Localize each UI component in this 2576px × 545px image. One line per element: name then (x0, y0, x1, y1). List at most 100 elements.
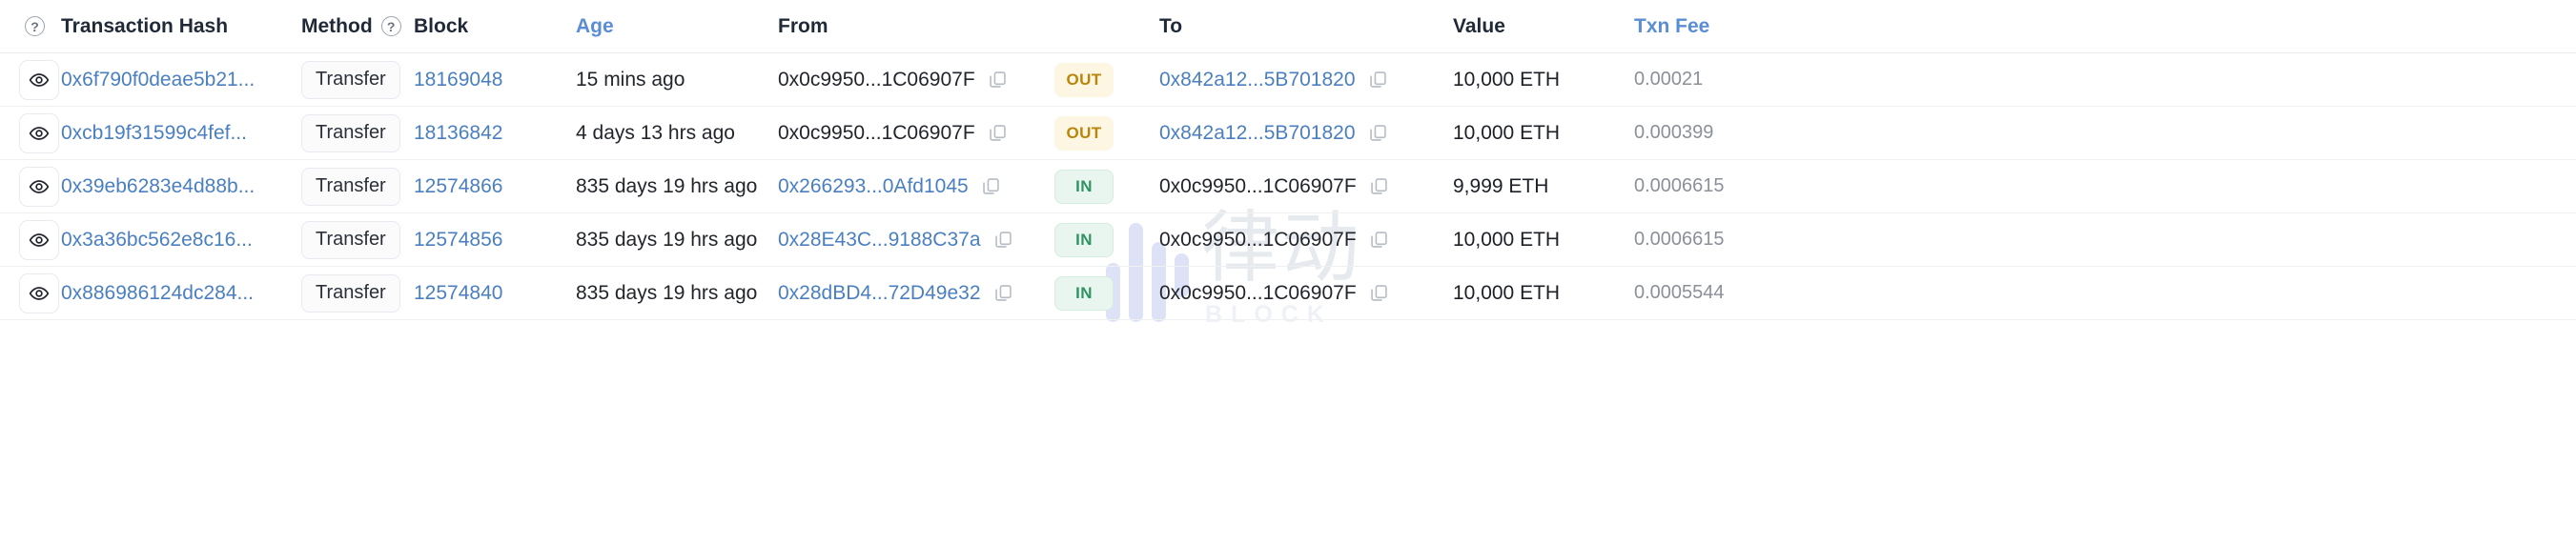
header-age[interactable]: Age (576, 15, 778, 38)
direction-badge: OUT (1054, 115, 1114, 151)
block-cell: 12574866 (414, 175, 576, 198)
transaction-hash-cell: 0xcb19f31599c4fef... (61, 122, 301, 145)
block-link[interactable]: 12574840 (414, 282, 502, 305)
method-chip[interactable]: Transfer (301, 167, 400, 206)
copy-icon[interactable] (993, 230, 1013, 250)
direction-cell: OUT (1054, 115, 1159, 151)
fee-text: 0.00021 (1634, 69, 1704, 90)
block-link[interactable]: 18136842 (414, 122, 502, 145)
method-cell: Transfer (301, 167, 414, 206)
value-text: 9,999 ETH (1453, 174, 1549, 197)
value-cell: 9,999 ETH (1453, 175, 1634, 198)
row-eye-cell (0, 112, 61, 153)
age-text: 4 days 13 hrs ago (576, 121, 735, 144)
transaction-hash-link[interactable]: 0x3a36bc562e8c16... (61, 229, 253, 252)
copy-icon[interactable] (1368, 70, 1388, 90)
direction-badge: IN (1054, 275, 1114, 311)
value-text: 10,000 ETH (1453, 281, 1561, 304)
header-value: Value (1453, 14, 1505, 37)
method-question-circle-icon[interactable]: ? (380, 16, 401, 36)
direction-badge: IN (1054, 169, 1114, 204)
to-cell: 0x842a12...5B701820 (1159, 69, 1453, 91)
eye-icon[interactable] (19, 112, 59, 153)
copy-icon[interactable] (1369, 230, 1389, 250)
fee-cell: 0.0005544 (1634, 282, 1787, 304)
age-cell: 15 mins ago (576, 69, 778, 91)
eye-icon[interactable] (19, 166, 59, 207)
to-address: 0x0c9950...1C06907F (1159, 281, 1357, 304)
block-cell: 18169048 (414, 69, 576, 91)
method-chip[interactable]: Transfer (301, 113, 400, 152)
method-cell: Transfer (301, 113, 414, 152)
direction-cell: OUT (1054, 62, 1159, 97)
direction-cell: IN (1054, 222, 1159, 257)
header-to: To (1159, 14, 1183, 37)
copy-icon[interactable] (993, 283, 1013, 303)
value-cell: 10,000 ETH (1453, 69, 1634, 91)
to-cell: 0x0c9950...1C06907F (1159, 175, 1453, 198)
transaction-hash-link[interactable]: 0x39eb6283e4d88b... (61, 175, 255, 198)
to-address[interactable]: 0x842a12...5B701820 (1159, 122, 1356, 145)
transaction-hash-link[interactable]: 0xcb19f31599c4fef... (61, 122, 247, 145)
to-cell: 0x842a12...5B701820 (1159, 122, 1453, 145)
to-cell: 0x0c9950...1C06907F (1159, 229, 1453, 252)
from-cell: 0x28dBD4...72D49e32 (778, 282, 1054, 305)
header-transaction-hash: Transaction Hash (61, 14, 229, 37)
copy-icon[interactable] (988, 70, 1008, 90)
direction-badge: IN (1054, 222, 1114, 257)
fee-text: 0.000399 (1634, 122, 1714, 143)
method-chip[interactable]: Transfer (301, 220, 400, 259)
from-cell: 0x266293...0Afd1045 (778, 175, 1054, 198)
block-cell: 12574840 (414, 282, 576, 305)
value-cell: 10,000 ETH (1453, 122, 1634, 145)
row-eye-cell (0, 166, 61, 207)
age-cell: 835 days 19 hrs ago (576, 175, 778, 198)
to-address[interactable]: 0x842a12...5B701820 (1159, 69, 1356, 91)
method-cell: Transfer (301, 220, 414, 259)
method-chip[interactable]: Transfer (301, 60, 400, 99)
eye-icon[interactable] (19, 219, 59, 260)
age-text: 15 mins ago (576, 68, 685, 91)
eye-icon[interactable] (19, 272, 59, 313)
eye-icon[interactable] (19, 59, 59, 100)
copy-icon[interactable] (1369, 176, 1389, 196)
table-row: 0x6f790f0deae5b21... Transfer 18169048 15 m… (0, 53, 2576, 107)
question-circle-icon[interactable]: ? (25, 16, 45, 36)
row-eye-cell (0, 272, 61, 313)
fee-text: 0.0006615 (1634, 229, 1725, 250)
to-address: 0x0c9950...1C06907F (1159, 174, 1357, 197)
from-address[interactable]: 0x28E43C...9188C37a (778, 229, 981, 252)
header-from: From (778, 14, 828, 37)
copy-icon[interactable] (1368, 123, 1388, 143)
value-cell: 10,000 ETH (1453, 229, 1634, 252)
block-link[interactable]: 12574866 (414, 175, 502, 198)
block-link[interactable]: 18169048 (414, 69, 502, 91)
copy-icon[interactable] (988, 123, 1008, 143)
transaction-hash-cell: 0x886986124dc284... (61, 282, 301, 305)
table-row: 0x3a36bc562e8c16... Transfer 12574856 835 d… (0, 213, 2576, 267)
header-txn-fee[interactable]: Txn Fee (1634, 15, 1787, 38)
from-address: 0x0c9950...1C06907F (778, 68, 975, 91)
fee-text: 0.0005544 (1634, 282, 1725, 303)
direction-cell: IN (1054, 275, 1159, 311)
value-text: 10,000 ETH (1453, 68, 1561, 91)
from-address[interactable]: 0x28dBD4...72D49e32 (778, 282, 981, 305)
transaction-hash-link[interactable]: 0x886986124dc284... (61, 282, 254, 305)
from-address: 0x0c9950...1C06907F (778, 121, 975, 144)
method-chip[interactable]: Transfer (301, 273, 400, 313)
from-cell: 0x0c9950...1C06907F (778, 69, 1054, 91)
value-text: 10,000 ETH (1453, 228, 1561, 251)
copy-icon[interactable] (1369, 283, 1389, 303)
transaction-hash-link[interactable]: 0x6f790f0deae5b21... (61, 69, 255, 91)
block-cell: 12574856 (414, 229, 576, 252)
to-address: 0x0c9950...1C06907F (1159, 228, 1357, 251)
from-cell: 0x0c9950...1C06907F (778, 122, 1054, 145)
copy-icon[interactable] (981, 176, 1001, 196)
from-cell: 0x28E43C...9188C37a (778, 229, 1054, 252)
age-cell: 835 days 19 hrs ago (576, 229, 778, 252)
age-text: 835 days 19 hrs ago (576, 174, 758, 197)
block-cell: 18136842 (414, 122, 576, 145)
table-row: 0x39eb6283e4d88b... Transfer 12574866 835 d… (0, 160, 2576, 213)
block-link[interactable]: 12574856 (414, 229, 502, 252)
from-address[interactable]: 0x266293...0Afd1045 (778, 175, 969, 198)
